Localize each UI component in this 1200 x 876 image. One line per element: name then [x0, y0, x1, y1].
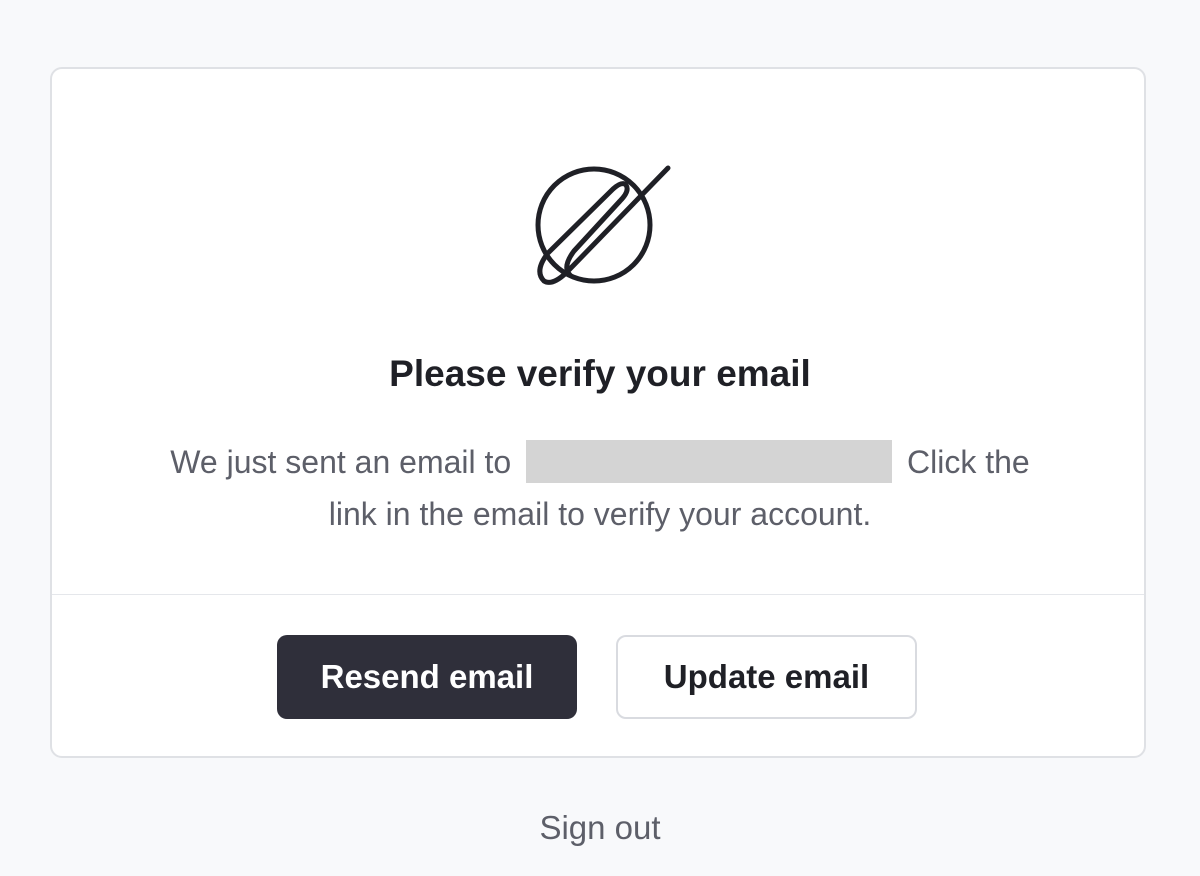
- logo-icon: [535, 165, 671, 285]
- page-title: Please verify your email: [389, 353, 811, 394]
- update-email-button[interactable]: Update email: [616, 635, 917, 719]
- verification-message: We just sent an email to Click the link …: [150, 436, 1050, 540]
- redacted-email: [526, 440, 893, 483]
- card-divider: [52, 594, 1144, 595]
- message-prefix: We just sent an email to: [170, 444, 512, 480]
- verify-email-page: Please verify your email We just sent an…: [0, 0, 1200, 876]
- sign-out-link[interactable]: Sign out: [0, 806, 1200, 850]
- resend-email-button[interactable]: Resend email: [277, 635, 577, 719]
